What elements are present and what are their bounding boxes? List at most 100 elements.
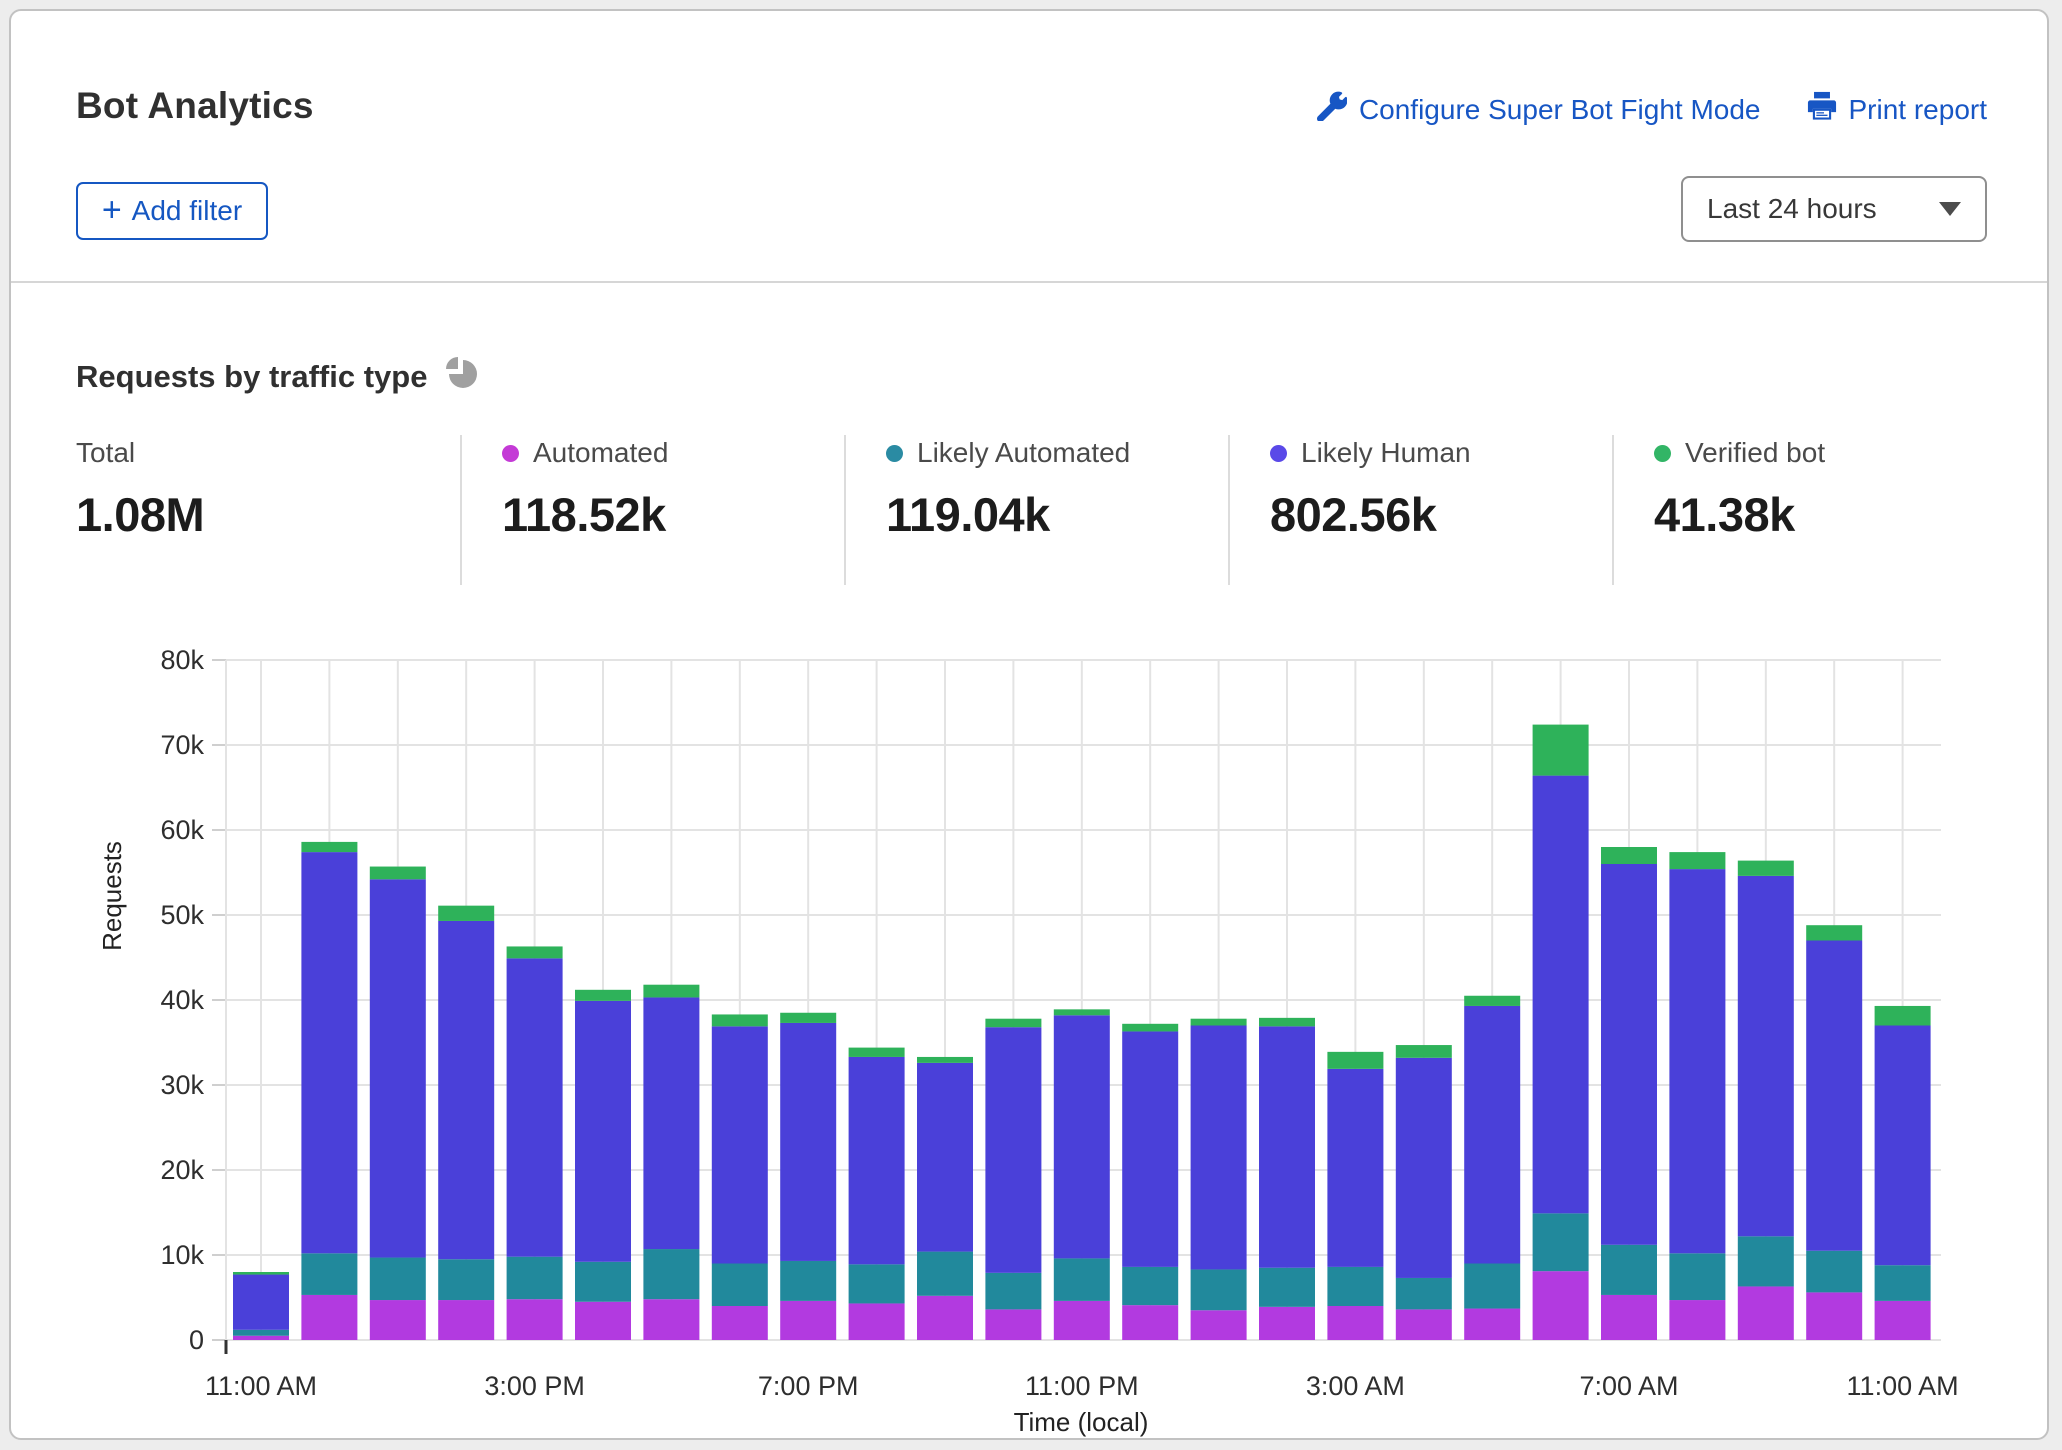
bar-segment-automated[interactable]	[1054, 1301, 1110, 1340]
bar-segment-likely-automated[interactable]	[1259, 1268, 1315, 1307]
requests-by-traffic-type-chart[interactable]: 010k20k30k40k50k60k70k80k11:00 AM3:00 PM…	[11, 611, 2062, 1450]
bar-segment-automated[interactable]	[370, 1300, 426, 1340]
bar-segment-verified-bot[interactable]	[233, 1272, 289, 1275]
bar-segment-automated[interactable]	[712, 1306, 768, 1340]
bar-segment-likely-automated[interactable]	[643, 1249, 699, 1299]
bar-segment-verified-bot[interactable]	[849, 1048, 905, 1057]
bar-segment-likely-human[interactable]	[1464, 1006, 1520, 1264]
bar-segment-likely-automated[interactable]	[1806, 1251, 1862, 1293]
bar-segment-likely-automated[interactable]	[1669, 1253, 1725, 1300]
bar-segment-likely-automated[interactable]	[1601, 1245, 1657, 1295]
bar-segment-verified-bot[interactable]	[643, 985, 699, 998]
bar-segment-verified-bot[interactable]	[1191, 1019, 1247, 1026]
bar-segment-automated[interactable]	[1875, 1301, 1931, 1340]
bar-segment-likely-automated[interactable]	[780, 1261, 836, 1301]
bar-segment-likely-automated[interactable]	[233, 1330, 289, 1336]
bar-segment-verified-bot[interactable]	[1875, 1006, 1931, 1026]
bar-segment-verified-bot[interactable]	[1327, 1052, 1383, 1069]
bar-segment-verified-bot[interactable]	[1533, 725, 1589, 776]
bar-segment-automated[interactable]	[1533, 1271, 1589, 1340]
bar-segment-verified-bot[interactable]	[1396, 1045, 1452, 1058]
bar-segment-likely-automated[interactable]	[438, 1259, 494, 1300]
bar-segment-automated[interactable]	[438, 1300, 494, 1340]
bar-segment-likely-automated[interactable]	[849, 1264, 905, 1303]
bar-segment-likely-automated[interactable]	[370, 1258, 426, 1301]
bar-segment-likely-automated[interactable]	[1054, 1258, 1110, 1301]
bar-segment-likely-human[interactable]	[438, 921, 494, 1259]
bar-segment-automated[interactable]	[1738, 1286, 1794, 1340]
bar-segment-likely-automated[interactable]	[712, 1264, 768, 1307]
bar-segment-automated[interactable]	[575, 1302, 631, 1340]
bar-segment-verified-bot[interactable]	[1259, 1018, 1315, 1027]
bar-segment-automated[interactable]	[1122, 1305, 1178, 1340]
bar-segment-likely-automated[interactable]	[575, 1262, 631, 1302]
bar-segment-automated[interactable]	[1259, 1307, 1315, 1340]
bar-segment-verified-bot[interactable]	[438, 906, 494, 921]
bar-segment-verified-bot[interactable]	[985, 1019, 1041, 1027]
bar-segment-verified-bot[interactable]	[507, 946, 563, 958]
bar-segment-likely-human[interactable]	[1601, 864, 1657, 1245]
bar-segment-likely-human[interactable]	[301, 852, 357, 1253]
bar-segment-verified-bot[interactable]	[917, 1057, 973, 1063]
bar-segment-verified-bot[interactable]	[1464, 996, 1520, 1006]
time-range-select[interactable]: Last 24 hours	[1681, 176, 1987, 242]
bar-segment-likely-human[interactable]	[1533, 776, 1589, 1214]
bar-segment-likely-human[interactable]	[1875, 1026, 1931, 1266]
bar-segment-verified-bot[interactable]	[1122, 1024, 1178, 1032]
bar-segment-likely-automated[interactable]	[1533, 1213, 1589, 1271]
bar-segment-automated[interactable]	[1191, 1310, 1247, 1340]
bar-segment-likely-human[interactable]	[233, 1275, 289, 1330]
bar-segment-likely-human[interactable]	[1054, 1015, 1110, 1258]
bar-segment-automated[interactable]	[1464, 1309, 1520, 1340]
bar-segment-likely-human[interactable]	[849, 1057, 905, 1264]
bar-segment-verified-bot[interactable]	[780, 1013, 836, 1023]
bar-segment-automated[interactable]	[985, 1309, 1041, 1340]
bar-segment-verified-bot[interactable]	[712, 1014, 768, 1026]
bar-segment-automated[interactable]	[233, 1336, 289, 1340]
bar-segment-automated[interactable]	[507, 1299, 563, 1340]
bar-segment-likely-human[interactable]	[370, 879, 426, 1257]
bar-segment-likely-human[interactable]	[1806, 941, 1862, 1251]
bar-segment-likely-automated[interactable]	[917, 1252, 973, 1296]
bar-segment-automated[interactable]	[643, 1299, 699, 1340]
bar-segment-likely-human[interactable]	[1669, 869, 1725, 1253]
bar-segment-verified-bot[interactable]	[1669, 852, 1725, 869]
bar-segment-likely-human[interactable]	[1738, 876, 1794, 1236]
bar-segment-likely-human[interactable]	[1327, 1069, 1383, 1267]
bar-segment-verified-bot[interactable]	[1601, 847, 1657, 864]
bar-segment-likely-human[interactable]	[507, 958, 563, 1256]
bar-segment-likely-automated[interactable]	[1327, 1267, 1383, 1306]
configure-super-bot-fight-mode-link[interactable]: Configure Super Bot Fight Mode	[1317, 91, 1761, 128]
bar-segment-likely-automated[interactable]	[1875, 1265, 1931, 1301]
bar-segment-likely-automated[interactable]	[301, 1253, 357, 1295]
bar-segment-likely-human[interactable]	[985, 1027, 1041, 1273]
bar-segment-automated[interactable]	[780, 1301, 836, 1340]
bar-segment-likely-automated[interactable]	[1464, 1264, 1520, 1309]
bar-segment-verified-bot[interactable]	[301, 842, 357, 852]
bar-segment-likely-automated[interactable]	[1122, 1267, 1178, 1305]
bar-segment-automated[interactable]	[1669, 1300, 1725, 1340]
bar-segment-automated[interactable]	[1806, 1292, 1862, 1340]
bar-segment-likely-automated[interactable]	[1191, 1269, 1247, 1310]
bar-segment-verified-bot[interactable]	[370, 867, 426, 880]
bar-segment-automated[interactable]	[849, 1303, 905, 1340]
bar-segment-likely-human[interactable]	[712, 1026, 768, 1263]
bar-segment-likely-automated[interactable]	[1396, 1278, 1452, 1309]
bar-segment-likely-human[interactable]	[1122, 1031, 1178, 1266]
bar-segment-verified-bot[interactable]	[1806, 925, 1862, 940]
bar-segment-verified-bot[interactable]	[1738, 861, 1794, 876]
bar-segment-automated[interactable]	[1396, 1309, 1452, 1340]
bar-segment-likely-automated[interactable]	[985, 1273, 1041, 1310]
bar-segment-automated[interactable]	[1327, 1306, 1383, 1340]
bar-segment-likely-human[interactable]	[575, 1001, 631, 1262]
bar-segment-verified-bot[interactable]	[575, 990, 631, 1001]
bar-segment-automated[interactable]	[1601, 1295, 1657, 1340]
bar-segment-automated[interactable]	[301, 1295, 357, 1340]
bar-segment-likely-human[interactable]	[1396, 1058, 1452, 1278]
bar-segment-likely-automated[interactable]	[507, 1257, 563, 1300]
bar-segment-likely-human[interactable]	[643, 997, 699, 1249]
bar-segment-likely-automated[interactable]	[1738, 1236, 1794, 1286]
add-filter-button[interactable]: + Add filter	[76, 182, 268, 240]
bar-segment-likely-human[interactable]	[1259, 1026, 1315, 1267]
print-report-link[interactable]: Print report	[1807, 91, 1988, 128]
